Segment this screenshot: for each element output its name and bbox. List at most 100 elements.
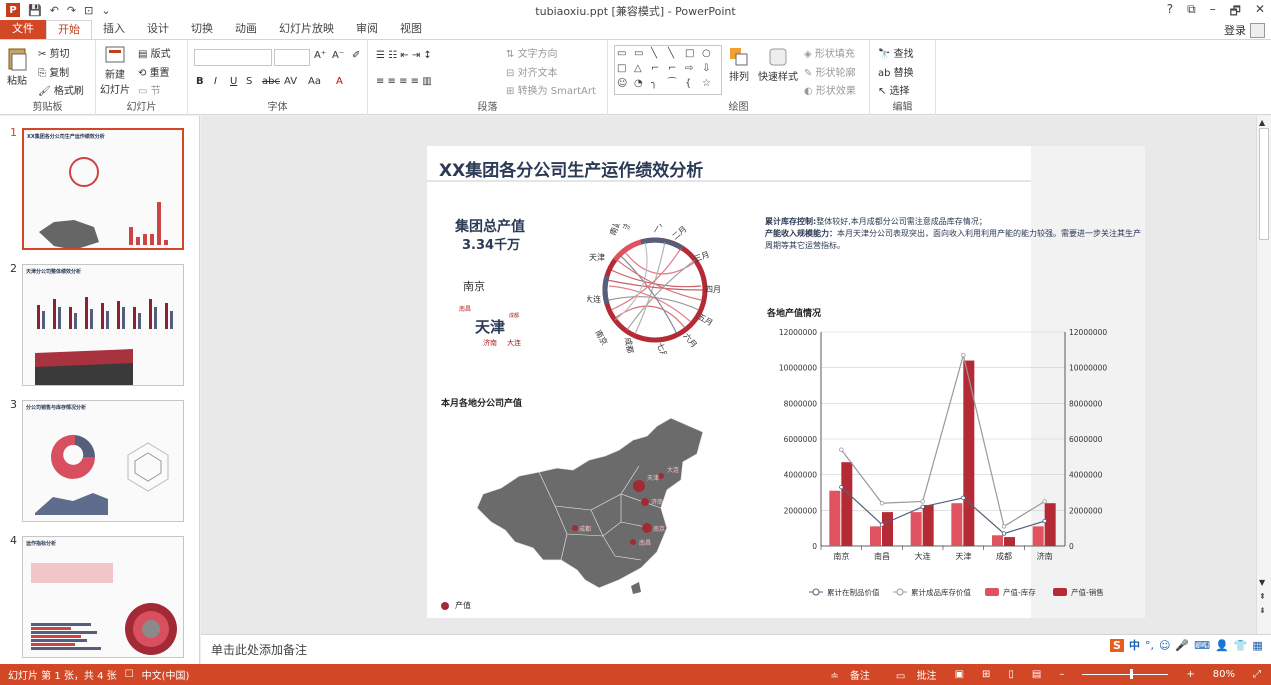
change-case-button[interactable]: Aa [308,76,321,87]
align-buttons[interactable]: ≡ ≡ ≡ ≡ ▥ [376,76,432,87]
fit-slide-icon[interactable]: ⤢ [1253,669,1261,680]
map-bubble-jinan[interactable] [641,498,649,506]
scrollbar-thumb[interactable] [1259,128,1269,240]
tab-view[interactable]: 视图 [389,20,433,39]
shape-item[interactable]: ◔ [634,78,650,92]
shape-item[interactable]: ○ [702,48,718,62]
reset-button[interactable]: ⟲ 重置 [138,64,170,79]
tab-transitions[interactable]: 切换 [180,20,224,39]
slide-title[interactable]: XX集团各分公司生产运作绩效分析 [439,156,703,181]
shape-item[interactable]: ▭ [634,48,650,62]
tab-insert[interactable]: 插入 [92,20,136,39]
zoom-in-button[interactable]: + [1186,669,1194,680]
reading-view-icon[interactable]: ▯ [1008,669,1014,680]
shape-item[interactable]: ⁀ [668,78,684,92]
clear-format-button[interactable]: ✐ [352,50,360,61]
arrange-button[interactable]: 排列 [728,46,750,83]
layout-button[interactable]: ▤ 版式 [138,45,171,60]
previous-slide-icon[interactable]: ⇞ [1259,592,1266,601]
shape-item[interactable]: ╮ [651,78,667,92]
shape-item[interactable]: △ [634,63,650,77]
slideshow-from-start-icon[interactable]: ⊡ [84,4,93,17]
map-bubble-chengdu[interactable] [572,525,578,531]
shape-item[interactable]: { [685,78,701,92]
bold-button[interactable]: B [196,76,204,87]
font-color-button[interactable]: A [336,76,343,87]
align-text-button[interactable]: ⊟ 对齐文本 [506,64,558,79]
zoom-out-button[interactable]: – [1059,669,1064,680]
zoom-slider-thumb[interactable] [1130,669,1134,679]
tab-animations[interactable]: 动画 [224,20,268,39]
font-size-select[interactable] [274,49,310,66]
next-slide-icon[interactable]: ⇟ [1259,606,1266,615]
slideshow-view-icon[interactable]: ▤ [1032,669,1041,680]
shape-item[interactable]: ⇨ [685,63,701,77]
zoom-slider[interactable] [1082,669,1169,679]
bullets-button[interactable]: ☰ ☷ ⇤ ⇥ ↕ [376,50,432,61]
quick-styles-button[interactable]: 快速样式 [758,46,798,83]
save-icon[interactable]: 💾 [28,4,42,17]
text-direction-button[interactable]: ⇅ 文字方向 [506,45,558,60]
tab-design[interactable]: 设计 [136,20,180,39]
format-painter-button[interactable]: 🖌 格式刷 [38,82,84,97]
shape-item[interactable]: ☺ [617,78,633,92]
shape-effects-button[interactable]: ◐ 形状效果 [804,82,856,97]
find-button[interactable]: 🔭 查找 [878,45,914,60]
slide-thumbnail-1[interactable]: XX集团各分公司生产运作绩效分析 [22,128,184,250]
cut-button[interactable]: ✂ 剪切 [38,45,70,60]
slide-sorter-icon[interactable]: ⊞ [982,669,990,680]
char-spacing-button[interactable]: AV [284,76,297,87]
login-link[interactable]: 登录 [1224,22,1246,38]
shape-item[interactable]: ⌐ [651,63,667,77]
shape-outline-button[interactable]: ✎ 形状轮廓 [804,64,856,79]
tab-slideshow[interactable]: 幻灯片放映 [268,20,345,39]
slide-thumbnail-4[interactable]: 运作指标分析 [22,536,184,658]
undo-icon[interactable]: ↶ [50,4,59,17]
section-button[interactable]: ▭ 节 [138,82,161,97]
login-area[interactable]: 登录 [1224,22,1265,38]
ime-mode-label[interactable]: 中 [1129,637,1140,653]
underline-button[interactable]: U [230,76,237,87]
shapes-gallery[interactable]: ▭ ▭ ╲ ╲ □ ○ □ △ ⌐ ⌐ ⇨ ⇩ ☺ ◔ ╮ ⁀{☆ [614,45,722,95]
keyboard-icon[interactable]: ⌨ [1194,639,1210,652]
customize-qat-icon[interactable]: ⌄ [101,4,110,17]
copy-button[interactable]: ⎘ 复制 [38,64,69,79]
map-bubble-nanjing[interactable] [642,523,652,533]
font-grow-button[interactable]: A⁺ [314,50,326,61]
language-status[interactable]: 中文(中国) [142,667,190,682]
map-legend[interactable]: 产值 [441,600,471,611]
slide-thumbnail-2[interactable]: 天津分公司整体绩效分析 [22,264,184,386]
shadow-button[interactable]: S [246,76,252,87]
scroll-down-icon[interactable]: ▼ [1259,578,1265,587]
avatar[interactable] [1250,22,1265,38]
punctuation-icon[interactable]: °, [1145,639,1154,652]
strikethrough-button[interactable]: abc [262,76,280,87]
replace-button[interactable]: ab 替换 [878,64,914,79]
smartart-button[interactable]: ⊞ 转换为 SmartArt [506,82,596,97]
shape-item[interactable]: ▭ [617,48,633,62]
sogou-icon[interactable]: S [1110,638,1124,652]
shape-item[interactable]: □ [685,48,701,62]
redo-icon[interactable]: ↷ [67,4,76,17]
tab-review[interactable]: 审阅 [345,20,389,39]
spelling-icon[interactable]: ☐ [125,669,134,680]
shape-item[interactable]: ╲ [668,48,684,62]
paste-button[interactable]: 粘贴 [6,46,28,87]
user-icon[interactable]: 👤 [1215,639,1229,652]
toolbox-icon[interactable]: ▦ [1252,639,1262,652]
ime-toolbar[interactable]: S 中 °, ☺ 🎤 ⌨ 👤 👕 ▦ [1110,636,1263,654]
shape-item[interactable]: ⌐ [668,63,684,77]
shape-item[interactable]: ⇩ [702,63,718,77]
font-name-select[interactable] [194,49,272,66]
slide-thumbnail-3[interactable]: 分公司销售与库存情况分析 [22,400,184,522]
italic-button[interactable]: I [214,76,217,87]
shape-item[interactable]: ☆ [702,78,718,92]
emoji-icon[interactable]: ☺ [1159,639,1170,652]
select-button[interactable]: ↖ 选择 [878,82,910,97]
notes-toggle-button[interactable]: ≐ 备注 [822,667,870,682]
map-bubble-tianjin[interactable] [633,480,645,492]
vertical-scrollbar[interactable]: ▲ ▼ ⇞ ⇟ [1256,116,1271,634]
normal-view-icon[interactable]: ▣ [955,669,964,680]
shape-fill-button[interactable]: ◈ 形状填充 [804,45,855,60]
scroll-up-icon[interactable]: ▲ [1259,118,1265,127]
